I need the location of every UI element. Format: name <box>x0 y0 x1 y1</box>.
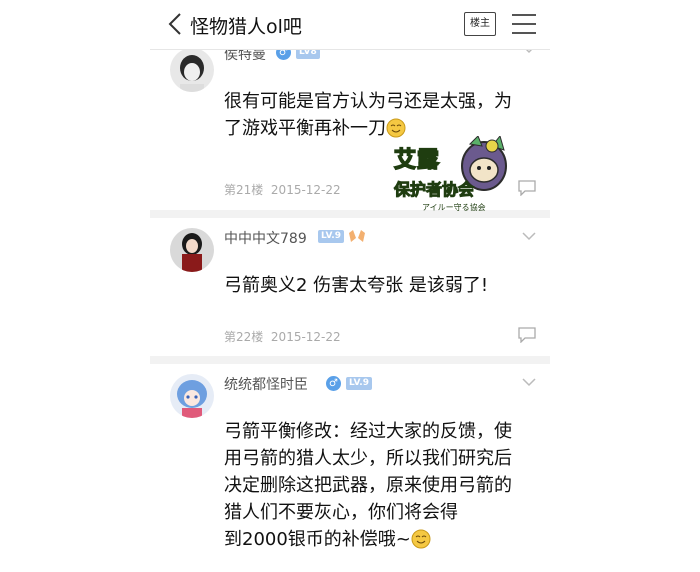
level-badge: LV.9 <box>318 230 344 243</box>
floor-number: 第21楼 <box>224 183 264 197</box>
top-nav-bar: 怪物猎人ol吧 楼主 <box>150 0 550 50</box>
sticker-title: 艾露 <box>393 147 441 174</box>
post-meta: 第22楼 2015-12-22 <box>224 328 341 345</box>
smiley-emoji-icon <box>386 118 406 138</box>
smiley-emoji-icon <box>411 529 431 549</box>
floor-number: 第22楼 <box>224 330 264 344</box>
post-date: 2015-12-22 <box>270 330 341 344</box>
male-gender-icon: ♂ <box>326 376 341 391</box>
sticker-main-text: 保护者协会 <box>393 180 475 200</box>
reply-comment-icon[interactable] <box>518 327 536 343</box>
chevron-down-icon[interactable] <box>522 377 536 387</box>
only-owner-button[interactable]: 楼主 <box>464 12 496 36</box>
post-divider <box>150 356 550 364</box>
post-content: 弓箭奥义2 伤害太夸张 是该弱了! <box>224 272 524 299</box>
menu-icon[interactable] <box>512 14 536 34</box>
content-line: 很有可能是官方认为弓还是太强，为 <box>224 91 512 112</box>
post-content: 很有可能是官方认为弓还是太强，为 了游戏平衡再补一刀 <box>224 88 524 142</box>
content-line: 用弓箭的猎人太少，所以我们研究后 <box>224 448 512 469</box>
level-badge: LV.9 <box>346 377 372 390</box>
page-title: 怪物猎人ol吧 <box>190 16 302 38</box>
avatar[interactable] <box>170 228 214 272</box>
hands-emoji-icon <box>349 230 365 242</box>
reply-comment-icon[interactable] <box>518 180 536 196</box>
avatar[interactable] <box>170 48 214 92</box>
post-date: 2015-12-22 <box>270 183 341 197</box>
post-content: 弓箭平衡修改：经过大家的反馈，使 用弓箭的猎人太少，所以我们研究后 决定删除这把… <box>224 418 524 553</box>
content-line: 到2000银币的补偿哦~ <box>224 526 524 553</box>
chevron-down-icon[interactable] <box>522 231 536 241</box>
username[interactable]: 中中中文789 <box>224 228 307 248</box>
content-line: 决定删除这把武器，原来使用弓箭的 <box>224 475 512 496</box>
username[interactable]: 统统都怪时臣 <box>224 374 308 394</box>
felyne-association-sticker: 艾露 保护者协会 アイルー守る協会 <box>392 134 512 220</box>
phone-screen: 怪物猎人ol吧 楼主 侯特曼 ♂ LV8 很有可能是官方认为弓还是太强，为 了游… <box>150 0 550 572</box>
content-line: 弓箭奥义2 伤害太夸张 是该弱了! <box>224 275 489 296</box>
avatar[interactable] <box>170 374 214 418</box>
post-meta: 第21楼 2015-12-22 <box>224 181 341 198</box>
sticker-subtext: アイルー守る協会 <box>422 203 486 212</box>
back-arrow-icon[interactable] <box>166 12 188 36</box>
content-line: 猎人们不要灰心，你们将会得 <box>224 502 458 523</box>
content-line: 弓箭平衡修改：经过大家的反馈，使 <box>224 421 512 442</box>
